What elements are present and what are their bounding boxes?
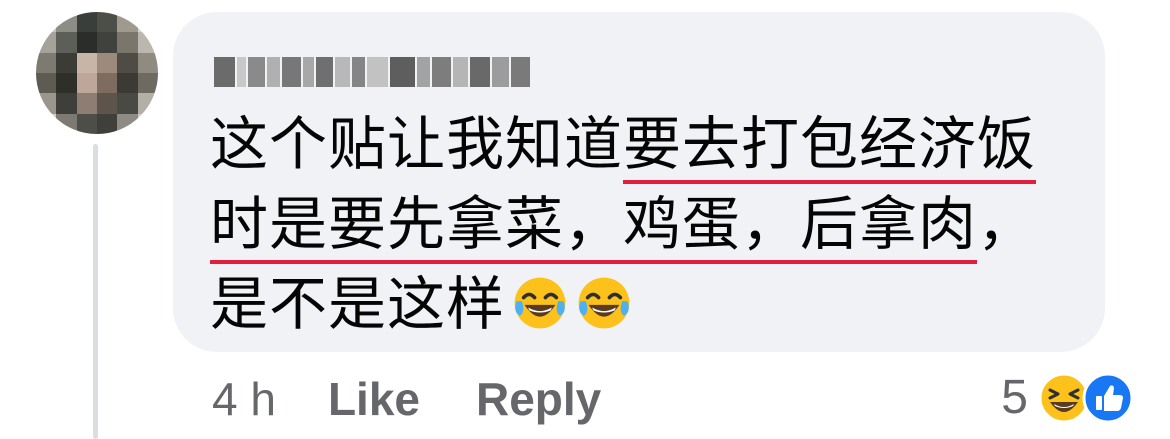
tears-of-joy-emoji <box>514 277 566 329</box>
comment-line-3: 是不是这样 <box>210 264 1090 344</box>
comment-line-2: 时是要先拿菜，鸡蛋，后拿肉， <box>210 184 1090 264</box>
author-name-redacted[interactable] <box>214 57 531 87</box>
comment-actions: 4 h Like Reply <box>212 372 657 426</box>
like-reaction-icon <box>1082 372 1134 423</box>
like-button[interactable]: Like <box>328 372 420 426</box>
comment-text-segment: 这个贴让我知道 <box>210 110 624 178</box>
reply-button[interactable]: Reply <box>476 372 601 426</box>
comment-underlined-segment: 要去打包经济饭 <box>623 110 1037 184</box>
comment-text: 这个贴让我知道要去打包经济饭 时是要先拿菜，鸡蛋，后拿肉， 是不是这样 <box>210 104 1090 344</box>
comment-text-segment: 是不是这样 <box>210 270 506 338</box>
timestamp[interactable]: 4 h <box>212 372 276 426</box>
avatar[interactable] <box>36 12 158 134</box>
comment-line-1: 这个贴让我知道要去打包经济饭 <box>210 104 1090 184</box>
comment-text-segment: ， <box>977 190 1037 258</box>
reaction-count[interactable]: 5 <box>1001 370 1028 425</box>
tears-of-joy-emoji <box>578 277 630 329</box>
comment-underlined-segment: 时是要先拿菜，鸡蛋，后拿肉 <box>210 190 978 264</box>
thread-line <box>93 144 98 439</box>
reaction-summary[interactable]: 5 <box>1001 370 1134 425</box>
